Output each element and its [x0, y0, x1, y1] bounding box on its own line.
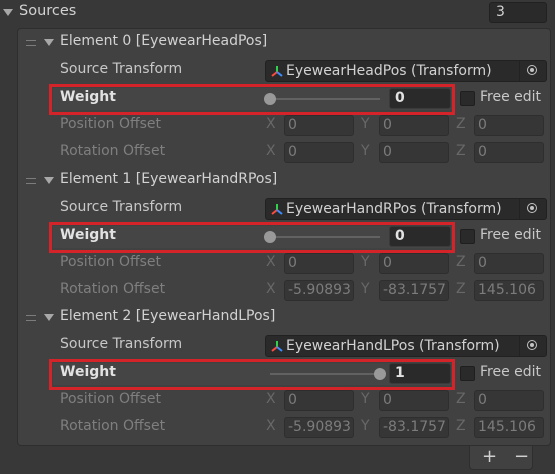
rotation-y-field[interactable]: -83.1757 — [379, 417, 449, 438]
rotation-offset-label: Rotation Offset — [60, 143, 166, 159]
object-picker-button[interactable] — [519, 60, 546, 81]
element-title[interactable]: Element 0 [EyewearHeadPos] — [60, 33, 267, 49]
rotation-z-field[interactable]: 0 — [474, 142, 544, 163]
drag-handle-icon[interactable] — [26, 40, 36, 46]
source-transform-label: Source Transform — [60, 60, 183, 77]
z-axis-label: Z — [456, 143, 466, 159]
object-picker-dot — [530, 205, 534, 210]
object-picker-dot — [530, 342, 534, 347]
source-transform-label: Source Transform — [60, 198, 183, 215]
x-axis-label: X — [266, 253, 276, 270]
x-axis-label: X — [266, 143, 276, 159]
rotation-z-field[interactable]: 145.106 — [474, 280, 544, 301]
add-element-button[interactable]: + — [482, 446, 497, 467]
source-transform-value: EyewearHandRPos (Transform) — [286, 200, 502, 217]
z-axis-label: Z — [456, 418, 466, 434]
transform-axis-icon — [271, 203, 283, 215]
rotation-y-field[interactable]: 0 — [379, 142, 449, 163]
y-axis-label: Y — [361, 115, 370, 132]
position-offset-label: Position Offset — [60, 253, 162, 270]
position-y-field[interactable]: 0 — [379, 252, 449, 274]
rotation-y-field[interactable]: -83.1757 — [379, 280, 449, 301]
weight-highlight-box — [49, 84, 455, 115]
element-title[interactable]: Element 2 [EyewearHandLPos] — [60, 308, 275, 324]
sources-foldout-icon[interactable] — [3, 9, 13, 16]
rotation-x-field[interactable]: -5.90893 — [284, 417, 354, 438]
sources-label: Sources — [19, 3, 77, 19]
free-edit-label: Free edit — [480, 89, 542, 105]
object-picker-button[interactable] — [519, 335, 546, 356]
z-axis-label: Z — [456, 115, 466, 132]
source-transform-value: EyewearHeadPos (Transform) — [286, 62, 492, 79]
position-x-field[interactable]: 0 — [284, 114, 354, 136]
sources-header[interactable]: Sources 3 — [0, 0, 555, 26]
position-z-field[interactable]: 0 — [474, 114, 544, 136]
free-edit-checkbox[interactable] — [460, 229, 475, 244]
sources-count-field[interactable]: 3 — [489, 2, 547, 23]
position-offset-label: Position Offset — [60, 115, 162, 132]
object-picker-button[interactable] — [519, 198, 546, 219]
free-edit-label: Free edit — [480, 364, 542, 380]
position-z-field[interactable]: 0 — [474, 252, 544, 274]
element-foldout-icon[interactable] — [44, 314, 54, 321]
source-transform-field[interactable]: EyewearHeadPos (Transform) — [265, 59, 547, 82]
source-transform-field[interactable]: EyewearHandRPos (Transform) — [265, 197, 547, 220]
y-axis-label: Y — [361, 253, 370, 270]
x-axis-label: X — [266, 418, 276, 434]
rotation-x-field[interactable]: 0 — [284, 142, 354, 163]
z-axis-label: Z — [456, 253, 466, 270]
position-y-field[interactable]: 0 — [379, 389, 449, 411]
rotation-offset-label: Rotation Offset — [60, 418, 166, 434]
source-transform-label: Source Transform — [60, 335, 183, 352]
position-y-field[interactable]: 0 — [379, 114, 449, 136]
x-axis-label: X — [266, 390, 276, 407]
free-edit-checkbox[interactable] — [460, 91, 475, 106]
free-edit-checkbox[interactable] — [460, 366, 475, 381]
free-edit-label: Free edit — [480, 227, 542, 243]
element-title[interactable]: Element 1 [EyewearHandRPos] — [60, 171, 277, 187]
rotation-z-field[interactable]: 145.106 — [474, 417, 544, 438]
weight-highlight-box — [49, 222, 455, 253]
source-transform-field[interactable]: EyewearHandLPos (Transform) — [265, 334, 547, 357]
object-picker-dot — [530, 67, 534, 72]
y-axis-label: Y — [361, 281, 370, 297]
element-foldout-icon[interactable] — [44, 39, 54, 46]
list-footer: + − — [469, 446, 533, 470]
drag-handle-icon[interactable] — [26, 178, 36, 184]
transform-axis-icon — [271, 65, 283, 77]
rotation-offset-label: Rotation Offset — [60, 281, 166, 297]
x-axis-label: X — [266, 115, 276, 132]
y-axis-label: Y — [361, 418, 370, 434]
source-transform-value: EyewearHandLPos (Transform) — [286, 337, 500, 354]
element-foldout-icon[interactable] — [44, 177, 54, 184]
weight-highlight-box — [49, 359, 455, 390]
transform-axis-icon — [271, 340, 283, 352]
y-axis-label: Y — [361, 143, 370, 159]
rotation-x-field[interactable]: -5.90893 — [284, 280, 354, 301]
position-x-field[interactable]: 0 — [284, 252, 354, 274]
position-x-field[interactable]: 0 — [284, 389, 354, 411]
remove-element-button[interactable]: − — [514, 446, 529, 467]
x-axis-label: X — [266, 281, 276, 297]
y-axis-label: Y — [361, 390, 370, 407]
z-axis-label: Z — [456, 390, 466, 407]
position-z-field[interactable]: 0 — [474, 389, 544, 411]
z-axis-label: Z — [456, 281, 466, 297]
position-offset-label: Position Offset — [60, 390, 162, 407]
drag-handle-icon[interactable] — [26, 315, 36, 321]
